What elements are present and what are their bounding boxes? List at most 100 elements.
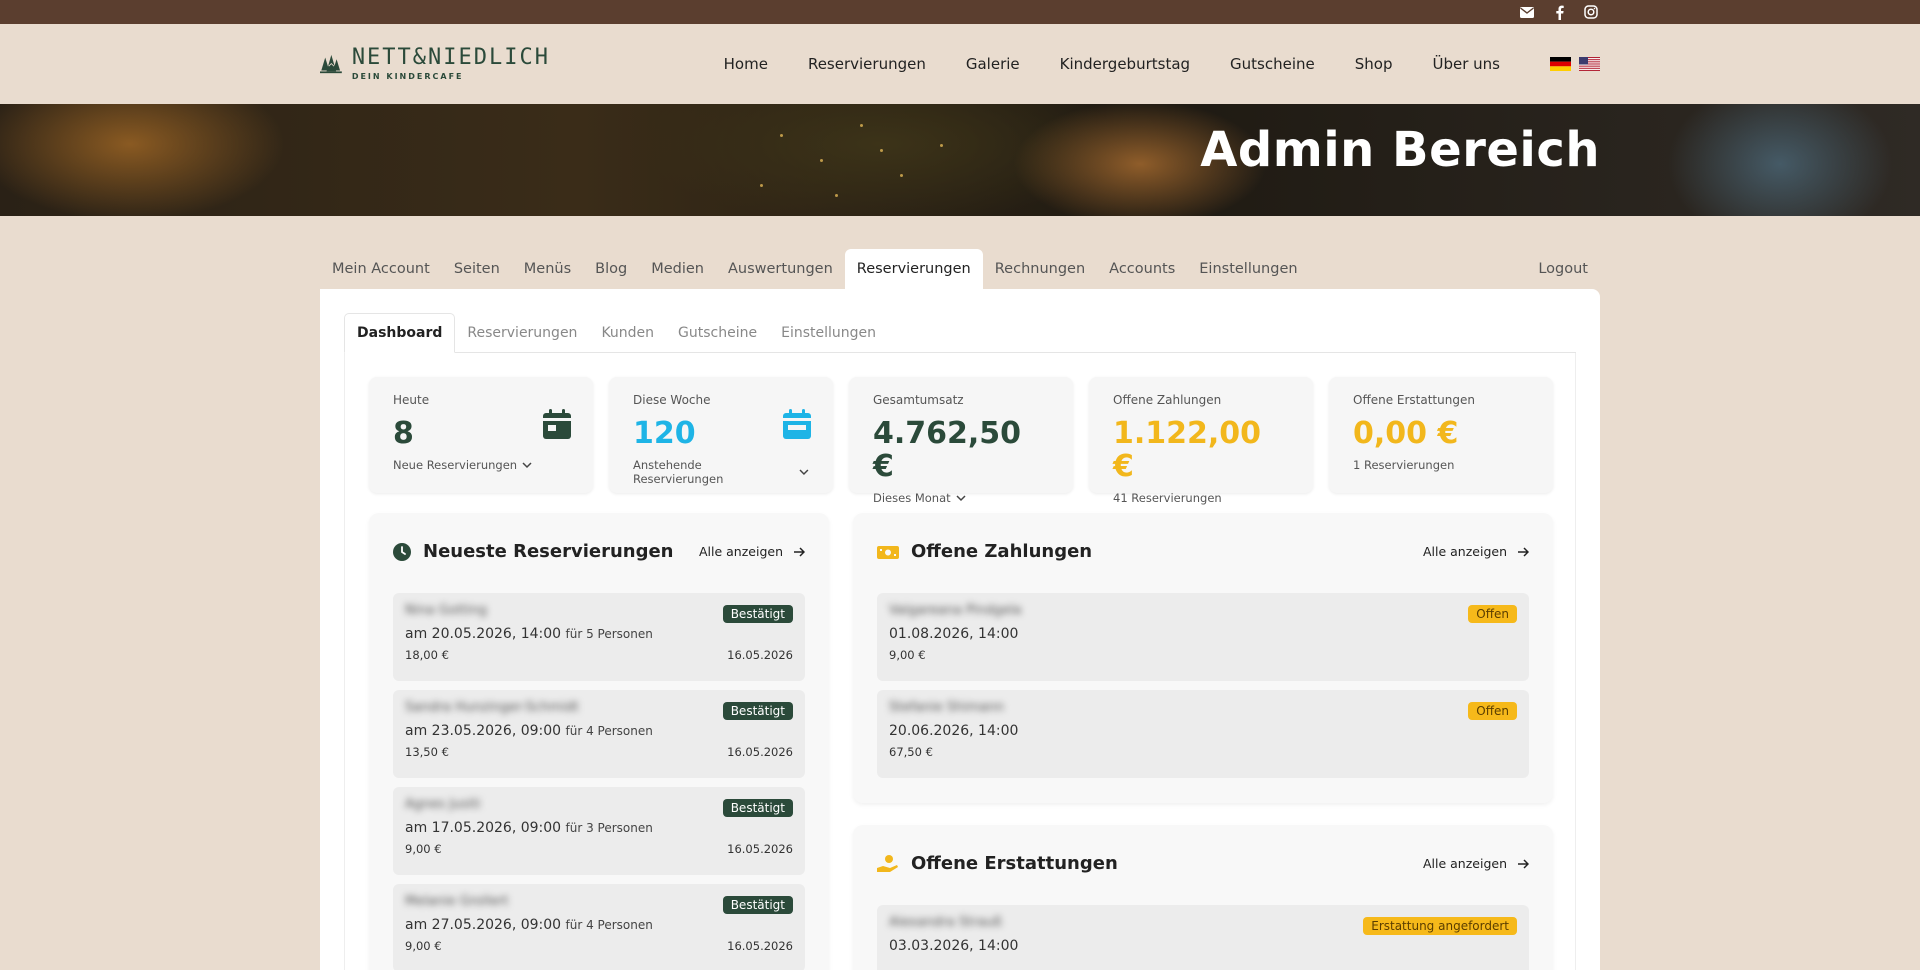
tab-menues[interactable]: Menüs [512,249,583,289]
stat-dropdown[interactable]: Dieses Monat [873,491,1049,505]
tab-seiten[interactable]: Seiten [442,249,512,289]
payment-amount: 67,50 € [889,745,933,759]
tab-medien[interactable]: Medien [639,249,716,289]
arrow-right-icon [1518,858,1529,869]
list-item[interactable]: Valgareana Pindgela Offen 01.08.2026, 14… [877,593,1529,681]
arrow-right-icon [794,546,805,557]
box-header: Offene Erstattungen Alle anzeigen [877,853,1529,874]
facebook-icon[interactable] [1550,3,1568,21]
calendar-week-icon [783,409,811,439]
show-all-link[interactable]: Alle anzeigen [1423,544,1529,559]
stat-sub: Anstehende Reservierungen [633,458,724,486]
admin-tabs: Mein Account Seiten Menüs Blog Medien Au… [320,249,1600,289]
stat-card-today: Heute 8 Neue Reservierungen [369,377,593,493]
stat-sub: 41 Reservierungen [1113,491,1222,505]
stat-label: Gesamtumsatz [873,393,964,407]
list-item[interactable]: Nina Gotting Bestätigt am 20.05.2026, 14… [393,593,805,681]
customer-name: Valgareana Pindgela [889,603,1022,618]
reservation-subtabs: Dashboard Reservierungen Kunden Gutschei… [344,313,1576,353]
refund-date: 03.03.2026, 14:00 [889,938,1019,954]
hero-banner: Admin Bereich [0,104,1920,216]
subtab-reservierungen[interactable]: Reservierungen [455,313,589,353]
list-item[interactable]: Melanie Grollert Bestätigt am 27.05.2026… [393,884,805,970]
dashboard-content: Heute 8 Neue Reservierungen Diese Woche … [344,353,1576,970]
tab-reservierungen[interactable]: Reservierungen [844,249,983,289]
money-icon [877,545,899,559]
stat-dropdown[interactable]: Neue Reservierungen [393,458,569,472]
mail-icon[interactable] [1518,3,1536,21]
stats-row: Heute 8 Neue Reservierungen Diese Woche … [369,377,1553,505]
reservation-date: am 23.05.2026, 09:00 [405,723,562,739]
stat-dropdown[interactable]: Anstehende Reservierungen [633,458,809,486]
stat-label: Offene Erstattungen [1353,393,1475,407]
list-item[interactable]: Agnes Jusiti Bestätigt am 17.05.2026, 09… [393,787,805,875]
stat-label: Diese Woche [633,393,711,407]
box-header: Neueste Reservierungen Alle anzeigen [393,541,805,562]
clock-icon [393,542,411,561]
stat-sub: 1 Reservierungen [1353,458,1455,472]
stat-sub: Dieses Monat [873,491,951,505]
tab-einstellungen[interactable]: Einstellungen [1187,249,1309,289]
refund-hand-icon [877,854,898,872]
reservation-persons: für 4 Personen [565,724,653,738]
german-flag-icon[interactable] [1550,57,1571,71]
latest-reservations-box: Neueste Reservierungen Alle anzeigen Nin… [369,513,829,970]
show-all-link[interactable]: Alle anzeigen [1423,856,1529,871]
tree-logo-icon [320,54,342,74]
subtab-dashboard[interactable]: Dashboard [344,313,456,353]
subtab-kunden[interactable]: Kunden [589,313,666,353]
tab-blog[interactable]: Blog [583,249,639,289]
tab-auswertungen[interactable]: Auswertungen [716,249,845,289]
nav-ueber-uns[interactable]: Über uns [1413,55,1521,73]
tab-mein-account[interactable]: Mein Account [320,249,442,289]
stat-card-open-payments: Offene Zahlungen 1.122,00 € 41 Reservier… [1089,377,1313,505]
show-all-label: Alle anzeigen [698,544,783,559]
us-flag-icon[interactable] [1579,57,1600,71]
subtab-gutscheine[interactable]: Gutscheine [666,313,769,353]
show-all-link[interactable]: Alle anzeigen [699,544,805,559]
instagram-icon[interactable] [1582,3,1600,21]
box-title: Offene Erstattungen [911,853,1118,874]
admin-panel: Dashboard Reservierungen Kunden Gutschei… [320,289,1600,970]
nav-galerie[interactable]: Galerie [946,55,1040,73]
list-item[interactable]: Alexandra Strauß Erstattung angefordert … [877,905,1529,970]
tab-rechnungen[interactable]: Rechnungen [983,249,1097,289]
chevron-down-icon [799,469,809,475]
stat-card-revenue: Gesamtumsatz 4.762,50 € Dieses Monat [849,377,1073,505]
arrow-right-icon [1518,546,1529,557]
stat-label: Offene Zahlungen [1113,393,1222,407]
list-item[interactable]: Sandra Hunzinger-Schmidt Bestätigt am 23… [393,690,805,778]
nav-reservierungen[interactable]: Reservierungen [788,55,946,73]
reservation-persons: für 5 Personen [565,627,653,641]
page-title: Admin Bereich [1200,122,1600,178]
nav-gutscheine[interactable]: Gutscheine [1210,55,1335,73]
box-title: Offene Zahlungen [911,541,1093,562]
logo-title: NETT&NIEDLICH [351,45,550,70]
tab-accounts[interactable]: Accounts [1097,249,1187,289]
reservation-created: 16.05.2026 [727,939,793,953]
show-all-label: Alle anzeigen [1422,544,1507,559]
logo-subtitle: DEIN KINDERCAFE [351,72,464,81]
nav-shop[interactable]: Shop [1335,55,1413,73]
logout-link[interactable]: Logout [1526,249,1600,289]
reservation-price: 13,50 € [405,745,449,759]
reservation-created: 16.05.2026 [727,745,793,759]
list-item[interactable]: Stefanie Shimann Offen 20.06.2026, 14:00… [877,690,1529,778]
nav-home[interactable]: Home [704,55,788,73]
open-refunds-box: Offene Erstattungen Alle anzeigen Alexan… [853,825,1553,970]
logo[interactable]: NETT&NIEDLICH DEIN KINDERCAFE [320,39,550,89]
site-header: NETT&NIEDLICH DEIN KINDERCAFE Home Reser… [0,24,1920,104]
payment-amount: 9,00 € [889,648,926,662]
language-switcher [1550,57,1600,71]
reservation-created: 16.05.2026 [727,648,793,662]
main-nav: Home Reservierungen Galerie Kindergeburt… [704,55,1520,73]
reservation-persons: für 4 Personen [565,918,653,932]
calendar-icon [543,409,571,439]
status-badge: Bestätigt [722,799,793,817]
social-bar [0,0,1920,24]
open-payments-box: Offene Zahlungen Alle anzeigen Valgarean… [853,513,1553,803]
nav-kindergeburtstag[interactable]: Kindergeburtstag [1040,55,1210,73]
stat-value: 1.122,00 € [1113,416,1262,484]
subtab-einstellungen[interactable]: Einstellungen [769,313,888,353]
status-badge: Bestätigt [722,896,793,914]
